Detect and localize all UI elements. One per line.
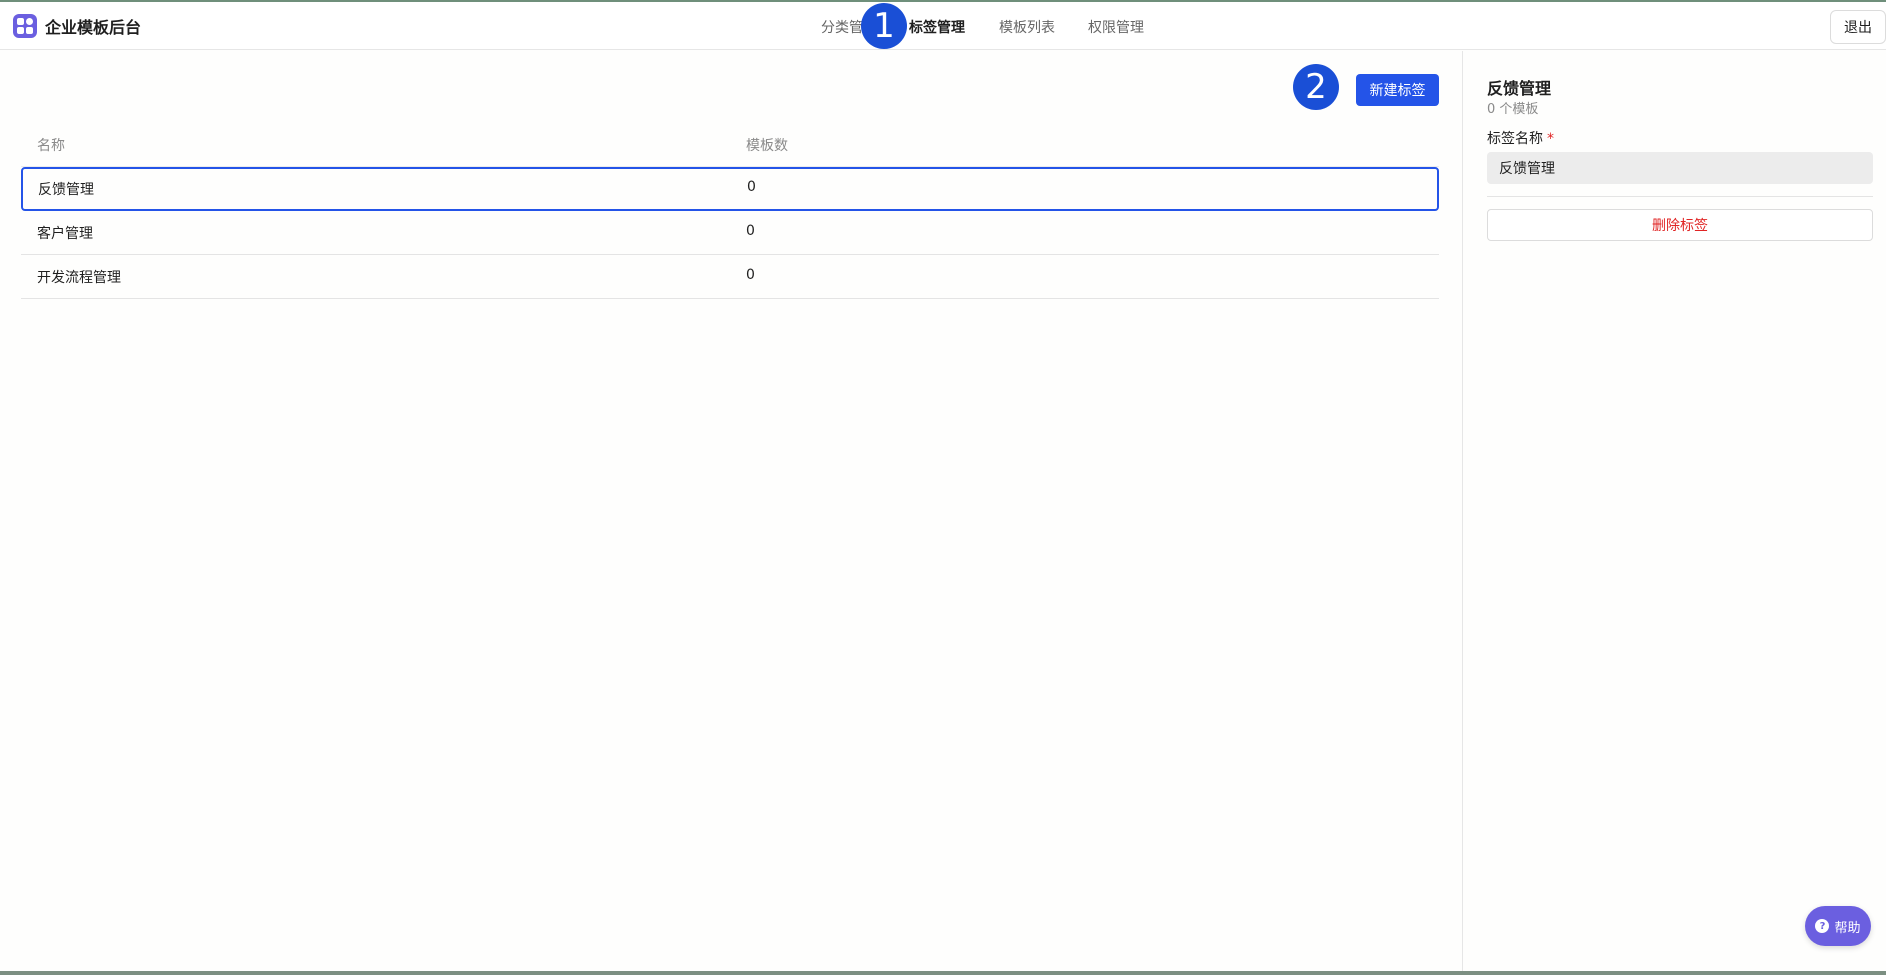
new-tag-button[interactable]: 新建标签	[1356, 74, 1439, 106]
column-header-count: 模板数	[746, 138, 788, 154]
table-header: 名称 模板数	[21, 123, 1439, 167]
nav-item-category[interactable]: 分类管	[821, 17, 863, 37]
top-bar: 企业模板后台 分类管 标签管理 模板列表 权限管理 1 退出	[0, 0, 1886, 50]
row-name: 开发流程管理	[37, 270, 121, 286]
nav-item-templates[interactable]: 模板列表	[999, 17, 1055, 37]
tag-name-label-text: 标签名称	[1487, 131, 1543, 147]
detail-separator	[1487, 196, 1873, 197]
step-marker-2: 2	[1293, 64, 1339, 110]
table-row[interactable]: 客户管理 0	[21, 211, 1439, 255]
detail-template-count: 0 个模板	[1487, 102, 1539, 117]
table-row[interactable]: 开发流程管理 0	[21, 255, 1439, 299]
row-name: 反馈管理	[38, 182, 94, 198]
detail-title: 反馈管理	[1487, 79, 1552, 98]
required-mark: *	[1547, 131, 1554, 147]
help-label: 帮助	[1834, 920, 1861, 936]
row-count: 0	[747, 179, 756, 195]
panel-divider	[1462, 51, 1463, 971]
column-header-name: 名称	[37, 138, 65, 154]
row-count: 0	[746, 267, 755, 283]
main-nav: 分类管 标签管理 模板列表 权限管理 1	[0, 2, 1886, 52]
tags-table: 名称 模板数 反馈管理 0 客户管理 0 开发流程管理 0	[21, 123, 1439, 299]
question-icon: ?	[1815, 919, 1830, 933]
nav-item-permissions[interactable]: 权限管理	[1088, 17, 1144, 37]
row-count: 0	[746, 223, 755, 239]
nav-item-tags[interactable]: 标签管理	[909, 17, 965, 37]
logout-button[interactable]: 退出	[1830, 10, 1886, 44]
tag-name-input[interactable]	[1487, 152, 1873, 184]
row-name: 客户管理	[37, 226, 93, 242]
bottom-edge	[0, 971, 1886, 975]
tag-name-label: 标签名称 *	[1487, 128, 1554, 148]
tag-list-panel: 2 新建标签 名称 模板数 反馈管理 0 客户管理 0 开发流程管理 0	[0, 51, 1462, 971]
delete-tag-button[interactable]: 删除标签	[1487, 209, 1873, 241]
step-marker-1: 1	[861, 3, 907, 49]
help-button[interactable]: ? 帮助	[1805, 906, 1871, 946]
table-row[interactable]: 反馈管理 0	[21, 167, 1439, 211]
